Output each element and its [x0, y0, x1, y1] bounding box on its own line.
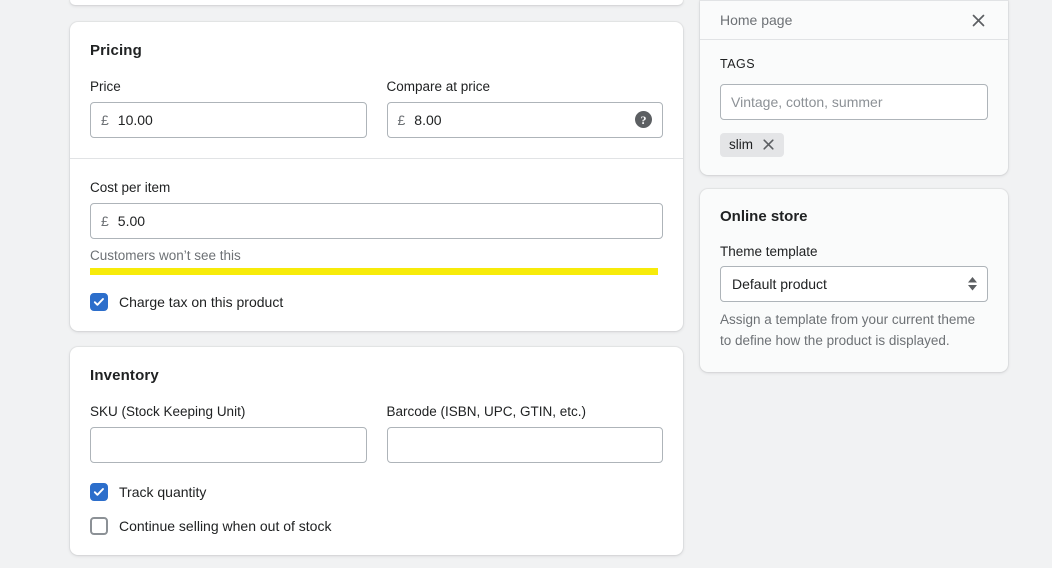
right-column: Home page TAGS Vintage, cotton, summer s… — [700, 0, 1008, 372]
sku-input[interactable] — [90, 427, 367, 464]
barcode-input[interactable] — [386, 427, 663, 464]
track-quantity-row[interactable]: Track quantity — [90, 483, 663, 502]
inventory-card: Inventory SKU (Stock Keeping Unit) Barco… — [70, 347, 683, 556]
price-row: Price £ 10.00 Compare at price £ 8.00 ? — [90, 78, 663, 138]
compare-at-price-label: Compare at price — [386, 79, 491, 94]
tags-input[interactable]: Vintage, cotton, summer — [720, 84, 988, 120]
tags-section: TAGS Vintage, cotton, summer slim — [700, 40, 1008, 175]
barcode-field: Barcode (ISBN, UPC, GTIN, etc.) — [386, 403, 663, 464]
cost-per-item-label: Cost per item — [90, 179, 171, 195]
theme-template-select[interactable]: Default product — [720, 266, 988, 303]
continue-selling-row[interactable]: Continue selling when out of stock — [90, 517, 663, 536]
left-column: Pricing Price £ 10.00 Compare at price £… — [70, 0, 683, 556]
pricing-card: Pricing Price £ 10.00 Compare at price £… — [70, 22, 683, 332]
cost-per-item-currency-symbol: £ — [101, 212, 109, 229]
continue-selling-checkbox[interactable] — [90, 517, 108, 536]
sku-label: SKU (Stock Keeping Unit) — [90, 404, 246, 420]
tags-input-placeholder: Vintage, cotton, summer — [731, 94, 883, 110]
compare-at-price-value: 8.00 — [414, 111, 442, 128]
cost-per-item-field: Cost per item £ 5.00 Customers won’t see… — [90, 179, 663, 276]
price-input[interactable]: £ 10.00 — [90, 101, 367, 138]
pricing-top-section: Pricing Price £ 10.00 Compare at price £… — [70, 22, 683, 158]
theme-template-label: Theme template — [720, 243, 818, 259]
compare-at-price-currency-symbol: £ — [397, 111, 406, 128]
online-store-section: Online store Theme template Default prod… — [700, 189, 1008, 372]
online-store-panel: Online store Theme template Default prod… — [700, 188, 1008, 372]
home-page-row[interactable]: Home page — [700, 1, 1008, 39]
online-store-title: Online store — [720, 207, 808, 225]
inventory-title: Inventory — [90, 367, 159, 385]
home-page-label: Home page — [720, 12, 793, 28]
cost-per-item-value: 5.00 — [117, 212, 146, 229]
charge-tax-label: Charge tax on this product — [119, 294, 284, 311]
pricing-bottom-section: Cost per item £ 5.00 Customers won’t see… — [70, 159, 683, 331]
question-mark-circle-icon[interactable]: ? — [635, 111, 652, 129]
inventory-fields-row: SKU (Stock Keeping Unit) Barcode (ISBN, … — [90, 403, 663, 464]
previous-card-sliver — [70, 0, 683, 5]
select-stepper-icon — [968, 277, 977, 291]
tags-heading: TAGS — [720, 57, 756, 71]
theme-template-value: Default product — [732, 276, 827, 293]
cost-per-item-input[interactable]: £ 5.00 — [90, 202, 663, 239]
barcode-label: Barcode (ISBN, UPC, GTIN, etc.) — [386, 404, 587, 420]
inventory-section: Inventory SKU (Stock Keeping Unit) Barco… — [70, 347, 683, 555]
yellow-highlight-bar — [90, 268, 658, 276]
compare-at-price-input[interactable]: £ 8.00 ? — [386, 101, 663, 138]
tags-panel: Home page TAGS Vintage, cotton, summer s… — [700, 0, 1008, 175]
price-label: Price — [90, 79, 121, 94]
charge-tax-checkbox[interactable] — [90, 293, 108, 312]
pricing-title: Pricing — [90, 42, 142, 59]
track-quantity-checkbox[interactable] — [90, 483, 108, 502]
theme-template-help-text: Assign a template from your current them… — [720, 312, 976, 348]
continue-selling-label: Continue selling when out of stock — [119, 518, 332, 535]
close-icon[interactable] — [762, 138, 775, 151]
price-field: Price £ 10.00 — [90, 78, 367, 138]
tag-chip-label: slim — [729, 137, 753, 152]
track-quantity-label: Track quantity — [119, 484, 207, 501]
compare-at-price-field: Compare at price £ 8.00 ? — [386, 78, 663, 138]
tag-chip-slim[interactable]: slim — [720, 133, 784, 157]
sku-field: SKU (Stock Keeping Unit) — [90, 403, 367, 464]
price-currency-symbol: £ — [101, 111, 109, 128]
close-icon[interactable] — [968, 10, 988, 30]
cost-per-item-help-text: Customers won’t see this — [90, 247, 241, 263]
price-value: 10.00 — [117, 111, 153, 128]
charge-tax-row[interactable]: Charge tax on this product — [90, 293, 663, 312]
